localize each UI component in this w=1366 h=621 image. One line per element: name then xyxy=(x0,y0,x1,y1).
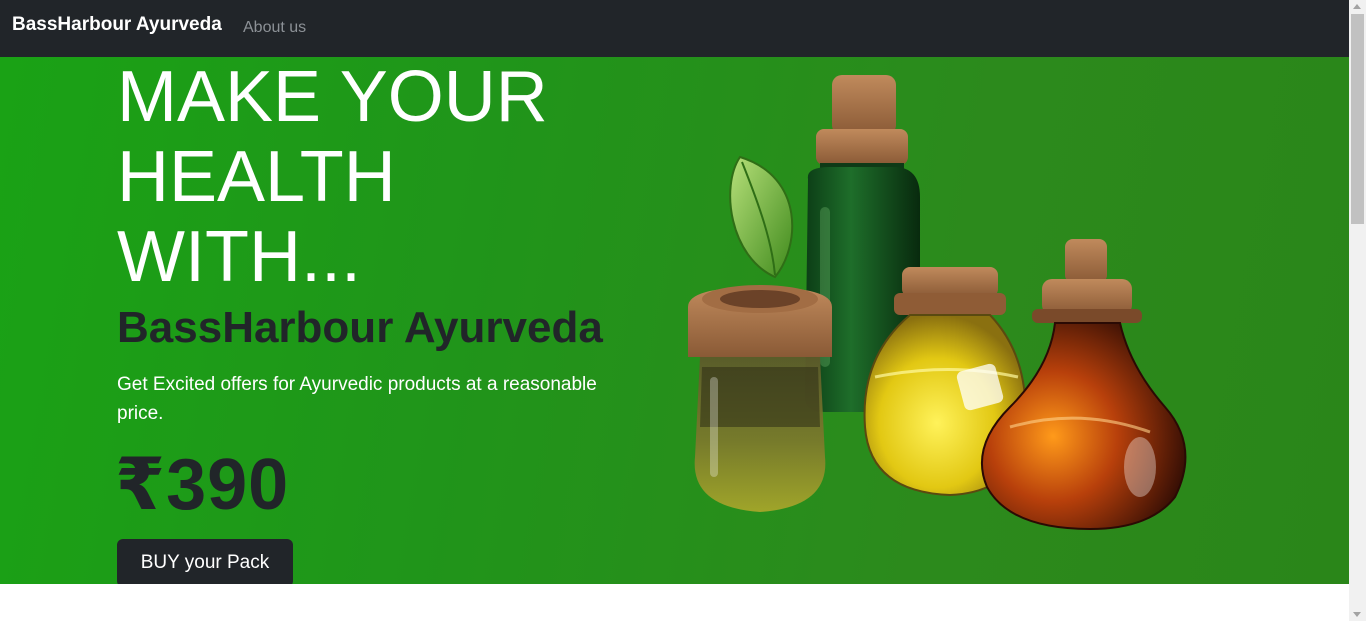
page-scrollbar[interactable] xyxy=(1349,0,1366,621)
price: ₹390 xyxy=(115,445,290,525)
navbar: BassHarbour Ayurveda About us xyxy=(0,0,1349,57)
headline-line: HEALTH xyxy=(117,137,396,217)
scroll-thumb[interactable] xyxy=(1351,14,1364,224)
headline-line: WITH... xyxy=(117,217,361,297)
company-name: BassHarbour Ayurveda xyxy=(117,303,603,352)
buy-pack-button[interactable]: BUY your Pack xyxy=(117,539,293,584)
navbar-brand[interactable]: BassHarbour Ayurveda xyxy=(12,14,222,36)
scroll-up-icon[interactable] xyxy=(1353,4,1361,9)
scroll-down-icon[interactable] xyxy=(1353,612,1361,617)
hero-headline: MAKE YOUR HEALTH WITH... xyxy=(117,57,677,297)
page: BassHarbour Ayurveda About us MAKE YOUR … xyxy=(0,0,1366,621)
headline-line: MAKE YOUR xyxy=(117,57,548,137)
nav-link-about-us[interactable]: About us xyxy=(243,19,306,37)
ayurvedic-oil-bottles-image xyxy=(688,75,1187,531)
hero-section: MAKE YOUR HEALTH WITH... BassHarbour Ayu… xyxy=(0,57,1349,584)
hero-tagline: Get Excited offers for Ayurvedic product… xyxy=(117,374,597,424)
